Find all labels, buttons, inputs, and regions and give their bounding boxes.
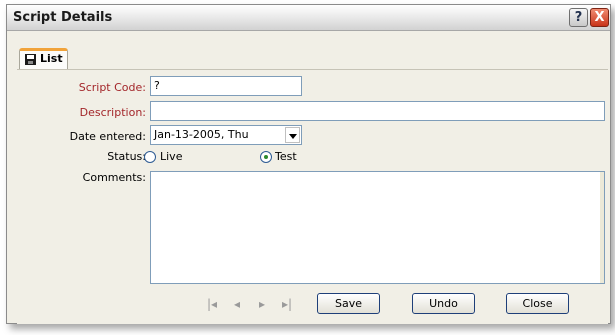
floppy-disk-icon — [25, 54, 36, 65]
description-field[interactable] — [150, 101, 605, 121]
close-button[interactable]: Close — [506, 293, 569, 314]
comments-scrollbar[interactable] — [600, 172, 604, 283]
status-label: Status: — [107, 150, 146, 163]
next-record-icon[interactable]: ▸ — [254, 297, 270, 311]
date-entered-value: Jan-13-2005, Thu — [154, 128, 249, 141]
tab-list[interactable]: List — [19, 48, 68, 70]
undo-button[interactable]: Undo — [412, 293, 475, 314]
previous-record-icon[interactable]: ◂ — [229, 297, 245, 311]
window-title: Script Details — [13, 10, 113, 25]
status-test-label[interactable]: Test — [275, 150, 297, 163]
status-test-radio[interactable] — [260, 151, 272, 163]
script-code-label: Script Code: — [78, 81, 146, 94]
comments-textarea[interactable] — [150, 171, 605, 284]
script-details-window: Script Details ? X List Script Code: ? D… — [6, 4, 611, 324]
description-label-wrap: Description: — [17, 106, 146, 122]
last-record-icon[interactable]: ▸| — [279, 297, 295, 311]
help-button[interactable]: ? — [569, 8, 588, 27]
comments-label-wrap: Comments: — [17, 171, 146, 187]
description-label: Description: — [79, 106, 146, 119]
status-live-label[interactable]: Live — [160, 150, 182, 163]
title-bar[interactable]: Script Details ? X — [7, 5, 610, 31]
status-label-wrap: Status: — [17, 150, 146, 166]
save-button[interactable]: Save — [317, 293, 380, 314]
date-entered-label: Date entered: — [69, 130, 146, 143]
comments-label: Comments: — [82, 171, 146, 184]
close-window-button[interactable]: X — [590, 8, 609, 27]
tab-list-label: List — [40, 52, 63, 65]
date-entered-label-wrap: Date entered: — [17, 130, 146, 146]
first-record-icon[interactable]: |◂ — [204, 297, 220, 311]
script-code-field[interactable]: ? — [150, 76, 302, 96]
date-entered-select[interactable]: Jan-13-2005, Thu — [150, 125, 302, 145]
script-code-label-wrap: Script Code: — [17, 81, 146, 97]
status-live-radio[interactable] — [144, 151, 156, 163]
chevron-down-icon[interactable] — [285, 127, 300, 143]
